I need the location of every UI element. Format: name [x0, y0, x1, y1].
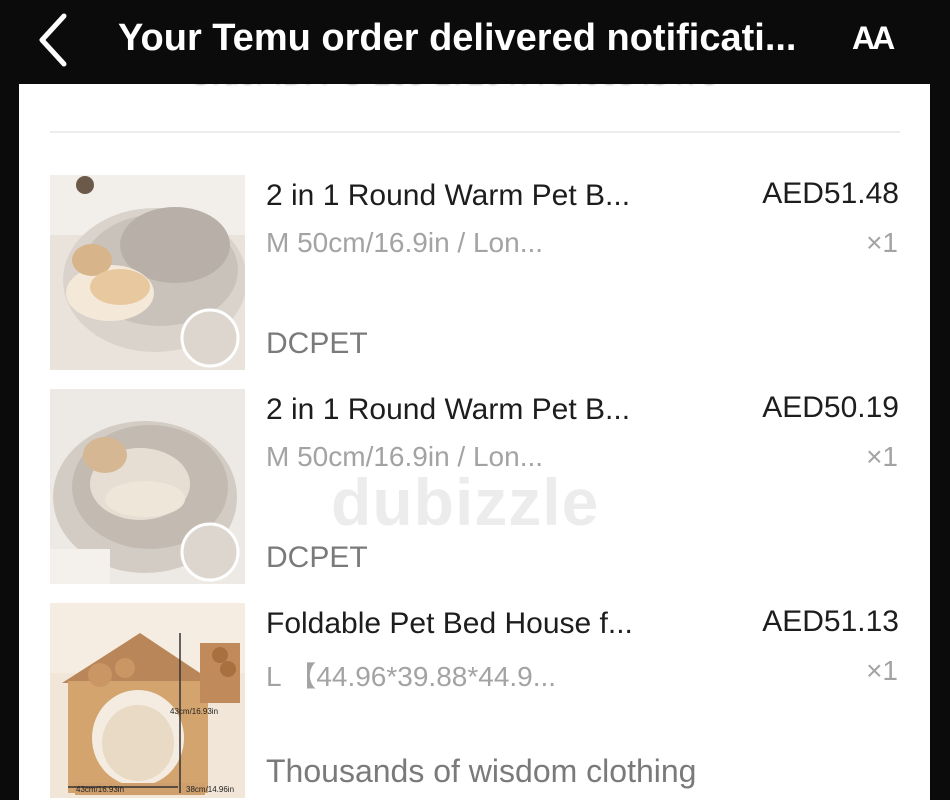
product-image[interactable]	[50, 175, 245, 370]
product-image[interactable]: 43cm/16.93in 43cm/16.93in 38cm/14.96in	[50, 603, 245, 798]
divider	[50, 131, 900, 133]
product-name: Foldable Pet Bed House f...	[266, 607, 633, 640]
product-price: AED51.13	[762, 605, 899, 638]
chevron-left-icon	[39, 13, 67, 67]
store-name[interactable]: DCPET	[266, 541, 368, 575]
page-title: Your Temu order delivered notificati...	[118, 17, 797, 59]
product-quantity: ×1	[866, 227, 898, 258]
product-quantity: ×1	[866, 441, 898, 472]
product-price: AED50.19	[762, 391, 899, 424]
product-price: AED51.48	[762, 177, 899, 210]
back-button[interactable]	[30, 8, 80, 68]
product-image[interactable]	[50, 389, 245, 584]
order-id-text: Order ID: PO-205-17264778498848478	[189, 84, 718, 92]
store-name[interactable]: DCPET	[266, 327, 368, 361]
order-item[interactable]: 43cm/16.93in 43cm/16.93in 38cm/14.96in F…	[50, 603, 900, 799]
order-item[interactable]: 2 in 1 Round Warm Pet B... M 50cm/16.9in…	[50, 389, 900, 585]
dimension-label: 43cm/16.93in	[76, 785, 125, 794]
product-variant: L 【44.96*39.88*44.9...	[266, 661, 557, 692]
product-name: 2 in 1 Round Warm Pet B...	[266, 393, 631, 426]
dimension-label: 43cm/16.93in	[170, 707, 219, 716]
product-name: 2 in 1 Round Warm Pet B...	[266, 179, 631, 212]
product-quantity: ×1	[866, 655, 898, 686]
product-variant: M 50cm/16.9in / Lon...	[266, 441, 544, 472]
top-app-bar: Your Temu order delivered notificati... …	[0, 0, 950, 84]
dimension-label: 38cm/14.96in	[186, 785, 235, 794]
order-detail-sheet: Order ID: PO-205-17264778498848478 2 in …	[19, 84, 930, 800]
order-item[interactable]: 2 in 1 Round Warm Pet B... M 50cm/16.9in…	[50, 175, 900, 371]
font-size-button[interactable]: AA	[852, 14, 912, 62]
store-name[interactable]: Thousands of wisdom clothing	[266, 753, 696, 790]
product-variant: M 50cm/16.9in / Lon...	[266, 227, 544, 258]
